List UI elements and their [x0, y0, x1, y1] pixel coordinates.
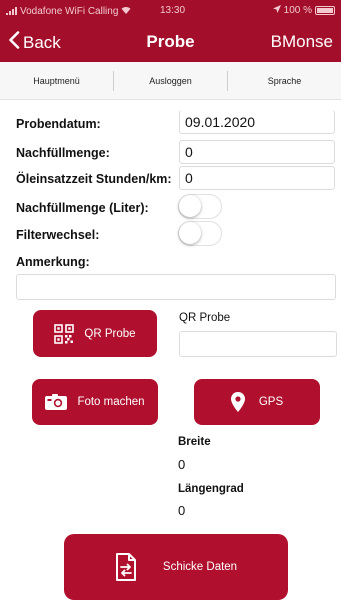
back-label: Back	[23, 32, 61, 52]
qr-probe-button-label: QR Probe	[84, 327, 136, 340]
anmerkung-label: Anmerkung:	[16, 255, 90, 269]
menu-item-sprache[interactable]: Sprache	[228, 76, 341, 86]
gps-button-label: GPS	[258, 396, 284, 408]
qr-probe-field-label: QR Probe	[179, 312, 231, 324]
status-right: 100 %	[272, 5, 335, 16]
qr-probe-field[interactable]	[179, 331, 337, 357]
carrier-label: Vodafone WiFi Calling	[20, 5, 119, 17]
laengengrad-label: Längengrad	[178, 483, 244, 495]
location-arrow-icon	[272, 5, 281, 16]
menu-item-hauptmenue[interactable]: Hauptmenü	[0, 76, 113, 86]
status-left: Vodafone WiFi Calling	[6, 6, 131, 17]
battery-icon	[315, 6, 335, 15]
document-sync-icon	[115, 553, 137, 581]
anmerkung-field[interactable]	[16, 274, 336, 300]
nachfuellmenge-liter-toggle[interactable]	[178, 194, 222, 219]
probendatum-field[interactable]	[179, 110, 335, 134]
menu-row: Hauptmenü Ausloggen Sprache	[0, 62, 341, 100]
foto-machen-button[interactable]: Foto machen	[32, 379, 158, 425]
user-button[interactable]: BMonse	[271, 32, 333, 52]
schicke-daten-button-label: Schicke Daten	[162, 561, 238, 573]
oeleinsatzzeit-field[interactable]	[179, 166, 335, 190]
qr-code-icon	[54, 323, 75, 344]
schicke-daten-button[interactable]: Schicke Daten	[64, 534, 288, 600]
breite-value: 0	[178, 457, 186, 472]
qr-probe-button[interactable]: QR Probe	[33, 310, 157, 357]
toggle-knob	[179, 222, 201, 244]
filterwechsel-label: Filterwechsel:	[16, 228, 100, 242]
signal-icon	[6, 7, 17, 15]
map-pin-icon	[230, 392, 245, 412]
camera-icon	[45, 394, 68, 410]
probendatum-label: Probendatum:	[16, 117, 101, 131]
battery-percent: 100 %	[283, 5, 312, 16]
menu-item-ausloggen[interactable]: Ausloggen	[114, 76, 227, 86]
back-button[interactable]: Back	[8, 31, 61, 54]
nachfuellmenge-liter-label: Nachfüllmenge (Liter):	[16, 201, 149, 215]
foto-machen-button-label: Foto machen	[77, 396, 145, 408]
oeleinsatzzeit-label: Öleinsatzzeit Stunden/km:	[16, 172, 172, 186]
laengengrad-value: 0	[178, 503, 186, 518]
nachfuellmenge-field[interactable]	[179, 140, 335, 164]
status-time: 13:30	[160, 5, 186, 16]
nachfuellmenge-label: Nachfüllmenge:	[16, 146, 110, 160]
status-bar: Vodafone WiFi Calling 13:30 100 %	[0, 0, 341, 22]
navigation-bar: Back Probe BMonse	[0, 22, 341, 62]
gps-button[interactable]: GPS	[194, 379, 320, 425]
breite-label: Breite	[178, 436, 211, 448]
wifi-icon	[121, 6, 131, 17]
filterwechsel-toggle[interactable]	[178, 221, 222, 246]
chevron-left-icon	[8, 31, 20, 54]
toggle-knob	[179, 195, 201, 217]
